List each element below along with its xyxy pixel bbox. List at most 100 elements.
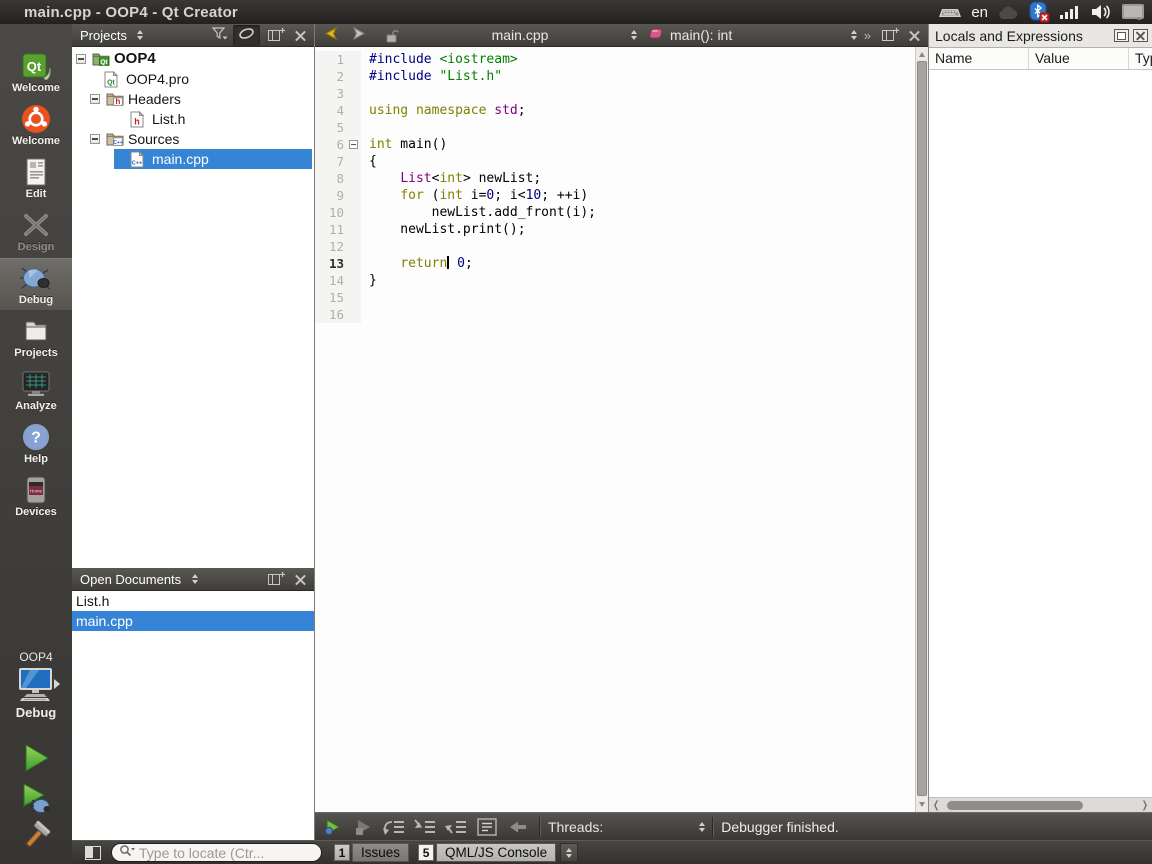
- code-line[interactable]: 12: [315, 238, 915, 255]
- tree-item-sources[interactable]: C++Sources: [72, 129, 314, 149]
- scroll-right-icon[interactable]: ❭: [1141, 802, 1149, 810]
- tree-item-oop4.pro[interactable]: QtOOP4.pro: [72, 69, 314, 89]
- run-button[interactable]: [0, 742, 72, 779]
- run-debug-button[interactable]: [0, 782, 72, 819]
- editor-split-icon[interactable]: [874, 25, 901, 46]
- cloud-icon[interactable]: [997, 5, 1019, 20]
- code-editor[interactable]: 1#include <iostream>2#include "List.h"34…: [315, 47, 915, 812]
- symbol-selector[interactable]: main(): int: [643, 25, 861, 46]
- code-line[interactable]: 8 List<int> newList;: [315, 170, 915, 187]
- build-button[interactable]: [0, 820, 72, 857]
- output-pane-combo-icon[interactable]: [560, 843, 578, 862]
- source-view-icon[interactable]: [473, 815, 501, 839]
- column-header-value[interactable]: Value: [1029, 48, 1129, 69]
- tree-expander-icon[interactable]: [76, 54, 86, 64]
- projects-panel-title[interactable]: Projects: [72, 28, 127, 43]
- tree-item-oop4[interactable]: QtOOP4: [72, 49, 314, 69]
- code-line[interactable]: 1#include <iostream>: [315, 51, 915, 68]
- projects-split-icon[interactable]: [260, 25, 287, 46]
- bluetooth-icon[interactable]: [1028, 1, 1050, 23]
- continue-icon[interactable]: [318, 815, 346, 839]
- scrollbar-thumb[interactable]: [947, 801, 1083, 810]
- svg-text:C++: C++: [132, 161, 142, 167]
- filter-icon[interactable]: [206, 25, 233, 46]
- qml-js-console-button[interactable]: QML/JS Console: [436, 843, 556, 862]
- volume-icon[interactable]: [1090, 3, 1112, 21]
- editor-close-icon[interactable]: [901, 25, 928, 46]
- tree-item-headers[interactable]: hHeaders: [72, 89, 314, 109]
- step-over-icon[interactable]: [380, 815, 408, 839]
- jump-back-icon[interactable]: [504, 815, 532, 839]
- projects-combo-arrows-icon[interactable]: [127, 25, 154, 46]
- editor-vertical-scrollbar[interactable]: [915, 47, 928, 812]
- code-line[interactable]: 11 newList.print();: [315, 221, 915, 238]
- code-line[interactable]: 9 for (int i=0; i<10; ++i): [315, 187, 915, 204]
- go-back-icon[interactable]: [315, 25, 345, 46]
- run-debug-icon: [19, 782, 53, 819]
- code-line[interactable]: 14}: [315, 272, 915, 289]
- scrollbar-thumb[interactable]: [917, 61, 927, 796]
- svg-text:Qt: Qt: [107, 80, 115, 87]
- code-line[interactable]: 13 return 0;: [315, 255, 915, 272]
- mode-analyze[interactable]: Analyze: [0, 364, 72, 417]
- toggle-sidebar-icon[interactable]: [85, 846, 101, 860]
- locator-input[interactable]: [139, 845, 314, 861]
- tree-item-list.h[interactable]: hList.h: [72, 109, 314, 129]
- kit-selector[interactable]: OOP4 Debug: [0, 650, 72, 720]
- code-line[interactable]: 16: [315, 306, 915, 323]
- run-icon: [20, 742, 52, 779]
- locator-field[interactable]: [111, 843, 322, 862]
- toolbar-overflow-icon[interactable]: »: [861, 28, 874, 43]
- mode-devices[interactable]: HomeDevices: [0, 470, 72, 523]
- line-number: 4: [315, 102, 347, 119]
- close-panel-icon[interactable]: [1133, 29, 1148, 42]
- step-out-icon[interactable]: [442, 815, 470, 839]
- open-doc-main.cpp[interactable]: main.cpp: [72, 611, 314, 631]
- scroll-left-icon[interactable]: ❬: [932, 802, 940, 810]
- sync-with-editor-icon[interactable]: [233, 25, 260, 46]
- mode-label: Welcome: [12, 135, 60, 147]
- fold-marker-icon[interactable]: [349, 140, 358, 149]
- code-line[interactable]: 4using namespace std;: [315, 102, 915, 119]
- step-into-icon[interactable]: [411, 815, 439, 839]
- mode-debug[interactable]: Debug: [0, 258, 72, 311]
- open-documents-title[interactable]: Open Documents: [72, 572, 181, 587]
- code-line[interactable]: 15: [315, 289, 915, 306]
- go-forward-icon[interactable]: [345, 25, 375, 46]
- projects-close-icon[interactable]: [287, 25, 314, 46]
- keyboard-layout-indicator[interactable]: en: [971, 4, 988, 21]
- mode-projects[interactable]: Projects: [0, 311, 72, 364]
- cpp-folder-icon: C++: [106, 131, 124, 149]
- tree-expander-icon[interactable]: [90, 94, 100, 104]
- keyboard-icon[interactable]: [938, 4, 962, 20]
- mode-edit[interactable]: Edit: [0, 152, 72, 205]
- column-header-name[interactable]: Name: [929, 48, 1029, 69]
- float-panel-icon[interactable]: [1114, 29, 1129, 42]
- signal-strength-icon[interactable]: [1059, 4, 1081, 20]
- display-icon[interactable]: [1121, 3, 1145, 21]
- code-line[interactable]: 5: [315, 119, 915, 136]
- scroll-up-icon[interactable]: [919, 52, 925, 57]
- open-doc-list.h[interactable]: List.h: [72, 591, 314, 611]
- issues-button[interactable]: Issues: [352, 843, 409, 862]
- column-header-type[interactable]: Type: [1129, 48, 1152, 69]
- code-line[interactable]: 7{: [315, 153, 915, 170]
- locals-horizontal-scrollbar[interactable]: ❬ ❭: [929, 797, 1152, 812]
- open-file-selector[interactable]: main.cpp: [375, 25, 643, 46]
- open-documents-combo-arrows-icon[interactable]: [181, 569, 208, 590]
- code-line[interactable]: 6int main(): [315, 136, 915, 153]
- mode-welcome[interactable]: QtWelcome: [0, 46, 72, 99]
- code-line[interactable]: 2#include "List.h": [315, 68, 915, 85]
- open-documents-split-icon[interactable]: [260, 569, 287, 590]
- open-documents-close-icon[interactable]: [287, 569, 314, 590]
- tree-expander-icon[interactable]: [90, 134, 100, 144]
- interrupt-icon[interactable]: [349, 815, 377, 839]
- threads-combo-icon[interactable]: [699, 822, 705, 832]
- mode-welcome[interactable]: Welcome: [0, 99, 72, 152]
- scroll-down-icon[interactable]: [919, 802, 925, 807]
- tree-item-main.cpp[interactable]: C++main.cpp: [72, 149, 314, 169]
- code-line[interactable]: 10 newList.add_front(i);: [315, 204, 915, 221]
- fold-column: [347, 102, 361, 119]
- mode-help[interactable]: ?Help: [0, 417, 72, 470]
- code-line[interactable]: 3: [315, 85, 915, 102]
